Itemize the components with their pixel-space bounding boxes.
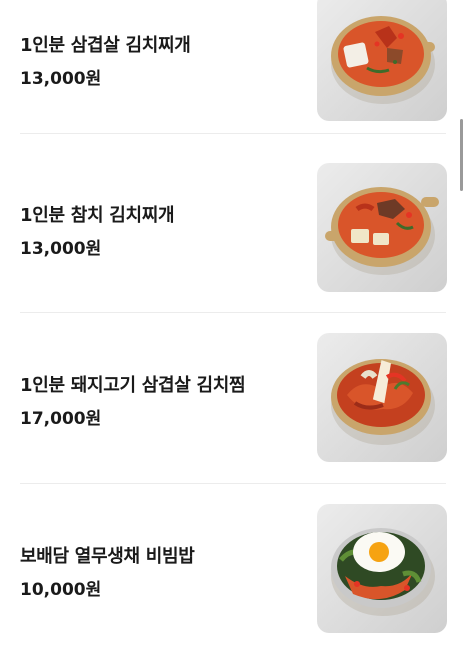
menu-item-tuna-kimchi-stew[interactable]: 1인분 참치 김치찌개 13,000원 [0, 134, 466, 313]
menu-item-price: 13,000원 [20, 239, 102, 259]
menu-item-name: 1인분 돼지고기 삼겹살 김치찜 [20, 375, 246, 396]
menu-item-braised-kimchi-pork[interactable]: 1인분 돼지고기 삼겹살 김치찜 17,000원 [0, 313, 466, 484]
menu-item-name: 1인분 삼겹살 김치찌개 [20, 35, 191, 56]
menu-item-price: 10,000원 [20, 580, 102, 600]
scrollbar[interactable] [460, 119, 463, 191]
tuna-kimchi-stew-photo[interactable] [317, 163, 447, 292]
menu-item-price: 17,000원 [20, 409, 102, 429]
menu-item-price: 13,000원 [20, 69, 102, 89]
menu-item-name: 1인분 참치 김치찌개 [20, 205, 175, 226]
pork-belly-kimchi-stew-photo[interactable] [317, 0, 447, 121]
menu-item-young-radish-bibimbap[interactable]: 보배담 열무생채 비빔밥 10,000원 [0, 484, 466, 654]
menu-item-name: 보배담 열무생채 비빔밥 [20, 546, 195, 567]
braised-kimchi-pork-photo[interactable] [317, 333, 447, 462]
menu-list: 1인분 삼겹살 김치찌개 13,000원 1인분 참치 김치찌개 13,000원 [0, 0, 466, 633]
menu-item-pork-belly-kimchi-stew[interactable]: 1인분 삼겹살 김치찌개 13,000원 [0, 0, 466, 134]
young-radish-bibimbap-photo[interactable] [317, 504, 447, 633]
